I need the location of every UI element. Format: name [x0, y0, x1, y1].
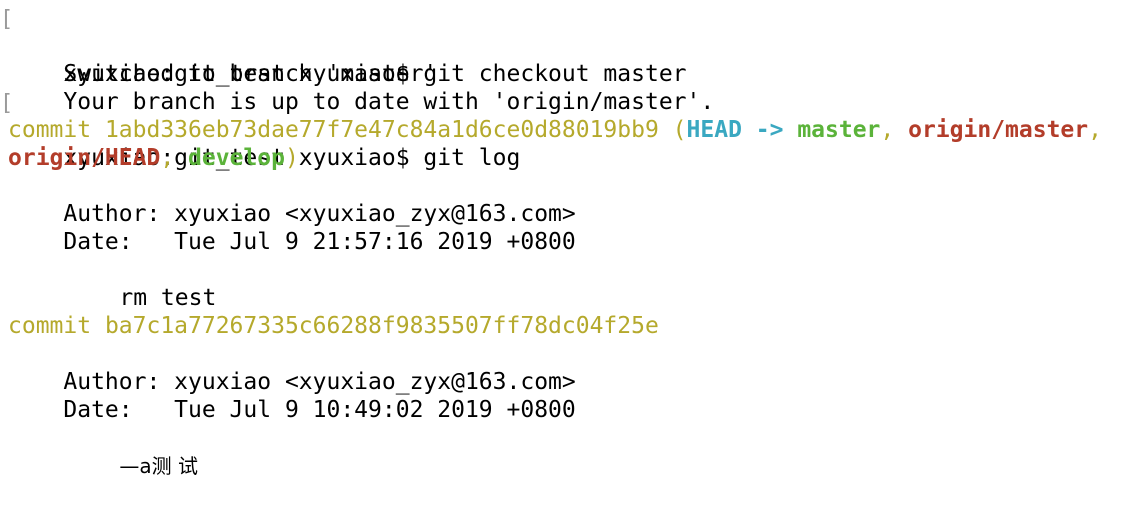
ref-local-branch: develop [188, 145, 285, 171]
ref-separator: , [880, 117, 909, 143]
refs-open-paren: ( [658, 117, 687, 143]
terminal-output[interactable]: [ xyuxiao:git_test xyuxiao$ git checkout… [0, 4, 1130, 480]
output-line: Switched to branch 'master' [0, 32, 1130, 87]
commit-label: commit [8, 117, 105, 143]
commit-message: —a测 试 [119, 454, 199, 478]
commit-message-line: rm test [0, 256, 1130, 311]
commit-author-line: Author: xyuxiao <xyuxiao_zyx@163.com> [0, 340, 1130, 395]
ref-local-branch: master [797, 117, 881, 143]
commit-date-line: Date: Tue Jul 9 10:49:02 2019 +0800 [0, 368, 1130, 423]
refs-close-paren: ) [284, 145, 299, 171]
commit-hash: ba7c1a77267335c66288f9835507ff78dc04f25e [104, 313, 659, 339]
commit-date-line: Date: Tue Jul 9 21:57:16 2019 +0800 [0, 200, 1130, 255]
ref-remote-head: origin/HEAD [8, 145, 161, 171]
commit-header-line: commit 1abd336eb73dae77f7e47c84a1d6ce0d8… [0, 116, 1130, 144]
output-line: Your branch is up to date with 'origin/m… [0, 60, 1130, 115]
commit-message-line: —a测 试 [0, 424, 1130, 478]
ref-remote-branch: origin/master [908, 117, 1089, 143]
commit-hash: 1abd336eb73dae77f7e47c84a1d6ce0d88019bb9 [104, 117, 659, 143]
ref-separator: , [1088, 117, 1102, 143]
prompt-marker: [ [0, 91, 14, 116]
ref-separator: , [160, 145, 189, 171]
command-line-checkout: [ xyuxiao:git_test xyuxiao$ git checkout… [0, 4, 1130, 87]
commit-header-line: commit ba7c1a77267335c66288f9835507ff78d… [0, 312, 1130, 340]
command-line-log: [ xyuxiao:git_test xyuxiao$ git log [0, 88, 1130, 171]
ref-arrow: -> [741, 117, 798, 143]
ref-head: HEAD [686, 117, 742, 143]
commit-label: commit [8, 313, 105, 339]
prompt-marker: [ [0, 7, 14, 32]
commit-header-line-continued: origin/HEAD, develop) [0, 144, 1130, 172]
commit-author-line: Author: xyuxiao <xyuxiao_zyx@163.com> [0, 172, 1130, 227]
